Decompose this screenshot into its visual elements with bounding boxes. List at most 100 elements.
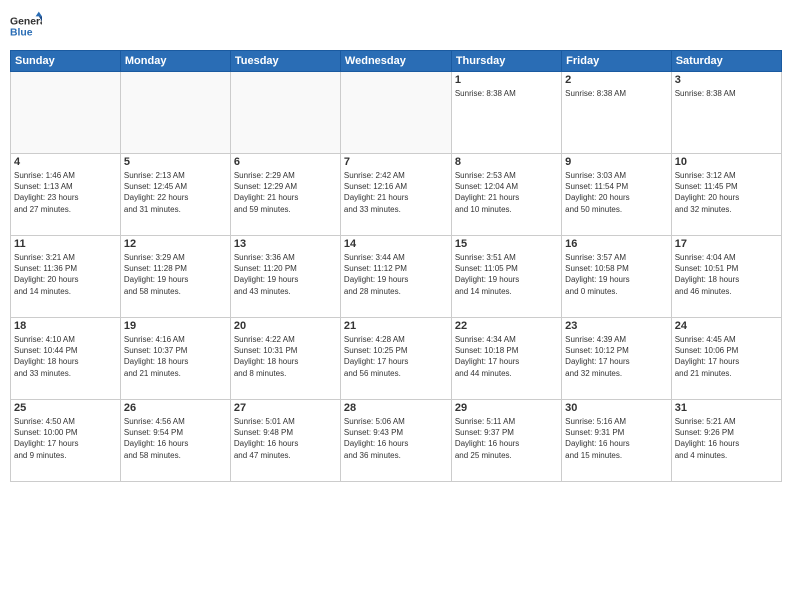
calendar-week-row: 4Sunrise: 1:46 AMSunset: 1:13 AMDaylight… [11, 154, 782, 236]
table-row: 22 Sunrise: 4:34 AMSunset: 10:18 PMDaylig… [451, 318, 561, 400]
day-info-line: Sunset: 12:29 AM [234, 181, 337, 192]
day-number: 1 [455, 74, 558, 86]
day-info-line: and 46 minutes. [675, 286, 778, 297]
table-row: 1 Sunrise: 8:38 AM [451, 72, 561, 154]
day-info-line: Daylight: 20 hours [565, 192, 668, 203]
day-info-line: Sunrise: 3:36 AM [234, 252, 337, 263]
table-row: 9Sunrise: 3:03 AMSunset: 11:54 PMDayligh… [562, 154, 672, 236]
svg-text:General: General [10, 16, 42, 27]
day-info-line: Sunset: 1:13 AM [14, 181, 117, 192]
day-number: 27 [234, 402, 337, 414]
day-number: 6 [234, 156, 337, 168]
table-row: 8Sunrise: 2:53 AMSunset: 12:04 AMDayligh… [451, 154, 561, 236]
day-info-line: Sunrise: 2:42 AM [344, 170, 448, 181]
day-info-line: Sunset: 9:31 PM [565, 427, 668, 438]
day-number: 17 [675, 238, 778, 250]
day-info-line: Sunrise: 5:21 AM [675, 416, 778, 427]
day-info-line: and 33 minutes. [14, 368, 117, 379]
day-info-line: Daylight: 17 hours [455, 356, 558, 367]
day-info-line: Sunset: 9:54 PM [124, 427, 227, 438]
day-info-line: Daylight: 16 hours [124, 438, 227, 449]
day-info-line: Sunset: 9:48 PM [234, 427, 337, 438]
table-row: 10Sunrise: 3:12 AMSunset: 11:45 PMDaylig… [671, 154, 781, 236]
day-info-line: Sunrise: 3:29 AM [124, 252, 227, 263]
day-info-line: and 9 minutes. [14, 450, 117, 461]
col-friday: Friday [562, 51, 672, 72]
day-info-line: Daylight: 19 hours [234, 274, 337, 285]
day-info-line: Sunset: 11:20 PM [234, 263, 337, 274]
day-info-line: Sunrise: 8:38 AM [455, 88, 558, 99]
day-info-line: and 27 minutes. [14, 204, 117, 215]
day-info-line: Sunset: 9:37 PM [455, 427, 558, 438]
day-info-line: Sunset: 11:12 PM [344, 263, 448, 274]
day-info-line: Sunrise: 4:45 AM [675, 334, 778, 345]
day-info-line: Sunset: 11:54 PM [565, 181, 668, 192]
day-info-line: Sunrise: 2:29 AM [234, 170, 337, 181]
day-info-line: Sunset: 10:25 PM [344, 345, 448, 356]
day-info-line: Sunset: 11:36 PM [14, 263, 117, 274]
day-number: 5 [124, 156, 227, 168]
day-info-line: Sunset: 9:26 PM [675, 427, 778, 438]
day-number: 9 [565, 156, 668, 168]
table-row: 7Sunrise: 2:42 AMSunset: 12:16 AMDayligh… [340, 154, 451, 236]
day-number: 31 [675, 402, 778, 414]
svg-text:Blue: Blue [10, 28, 33, 39]
day-info-line: Sunset: 10:18 PM [455, 345, 558, 356]
day-info-line: and 21 minutes. [124, 368, 227, 379]
day-info-line: and 31 minutes. [124, 204, 227, 215]
day-info-line: Daylight: 17 hours [565, 356, 668, 367]
day-number: 19 [124, 320, 227, 332]
day-info-line: Sunrise: 8:38 AM [675, 88, 778, 99]
day-info-line: Sunrise: 2:13 AM [124, 170, 227, 181]
day-info-line: Sunrise: 5:01 AM [234, 416, 337, 427]
header: General Blue [10, 10, 782, 42]
day-info-line: Sunset: 12:04 AM [455, 181, 558, 192]
day-number: 22 [455, 320, 558, 332]
day-info-line: and 36 minutes. [344, 450, 448, 461]
day-info-line: Daylight: 19 hours [455, 274, 558, 285]
day-info-line: Daylight: 19 hours [565, 274, 668, 285]
day-info-line: and 14 minutes. [14, 286, 117, 297]
day-info-line: Sunrise: 5:16 AM [565, 416, 668, 427]
col-wednesday: Wednesday [340, 51, 451, 72]
day-info-line: Sunset: 10:06 PM [675, 345, 778, 356]
day-info-line: Daylight: 22 hours [124, 192, 227, 203]
day-info-line: and 58 minutes. [124, 286, 227, 297]
day-info-line: and 25 minutes. [455, 450, 558, 461]
table-row: 13Sunrise: 3:36 AMSunset: 11:20 PMDaylig… [230, 236, 340, 318]
day-number: 2 [565, 74, 668, 86]
day-number: 26 [124, 402, 227, 414]
calendar-week-row: 18Sunrise: 4:10 AMSunset: 10:44 PMDaylig… [11, 318, 782, 400]
col-saturday: Saturday [671, 51, 781, 72]
day-info-line: and 56 minutes. [344, 368, 448, 379]
table-row [11, 72, 121, 154]
calendar-week-row: 25Sunrise: 4:50 AMSunset: 10:00 PMDaylig… [11, 400, 782, 482]
table-row: 6Sunrise: 2:29 AMSunset: 12:29 AMDayligh… [230, 154, 340, 236]
day-info-line: and 33 minutes. [344, 204, 448, 215]
day-info-line: Daylight: 19 hours [344, 274, 448, 285]
day-info-line: and 50 minutes. [565, 204, 668, 215]
day-info-line: Sunset: 10:00 PM [14, 427, 117, 438]
table-row: 11Sunrise: 3:21 AMSunset: 11:36 PMDaylig… [11, 236, 121, 318]
day-info-line: and 8 minutes. [234, 368, 337, 379]
day-number: 29 [455, 402, 558, 414]
day-info-line: and 32 minutes. [675, 204, 778, 215]
day-info-line: Sunset: 10:58 PM [565, 263, 668, 274]
day-info-line: and 0 minutes. [565, 286, 668, 297]
day-info-line: Sunrise: 1:46 AM [14, 170, 117, 181]
day-number: 16 [565, 238, 668, 250]
day-info-line: Sunrise: 4:22 AM [234, 334, 337, 345]
day-info-line: Sunrise: 4:16 AM [124, 334, 227, 345]
day-number: 24 [675, 320, 778, 332]
table-row: 4Sunrise: 1:46 AMSunset: 1:13 AMDaylight… [11, 154, 121, 236]
day-number: 28 [344, 402, 448, 414]
col-tuesday: Tuesday [230, 51, 340, 72]
day-number: 12 [124, 238, 227, 250]
day-info-line: Daylight: 16 hours [234, 438, 337, 449]
table-row: 3Sunrise: 8:38 AM [671, 72, 781, 154]
table-row: 15Sunrise: 3:51 AMSunset: 11:05 PMDaylig… [451, 236, 561, 318]
day-info-line: Daylight: 16 hours [675, 438, 778, 449]
day-info-line: Sunrise: 4:34 AM [455, 334, 558, 345]
table-row: 26Sunrise: 4:56 AMSunset: 9:54 PMDayligh… [120, 400, 230, 482]
table-row: 17Sunrise: 4:04 AMSunset: 10:51 PMDaylig… [671, 236, 781, 318]
